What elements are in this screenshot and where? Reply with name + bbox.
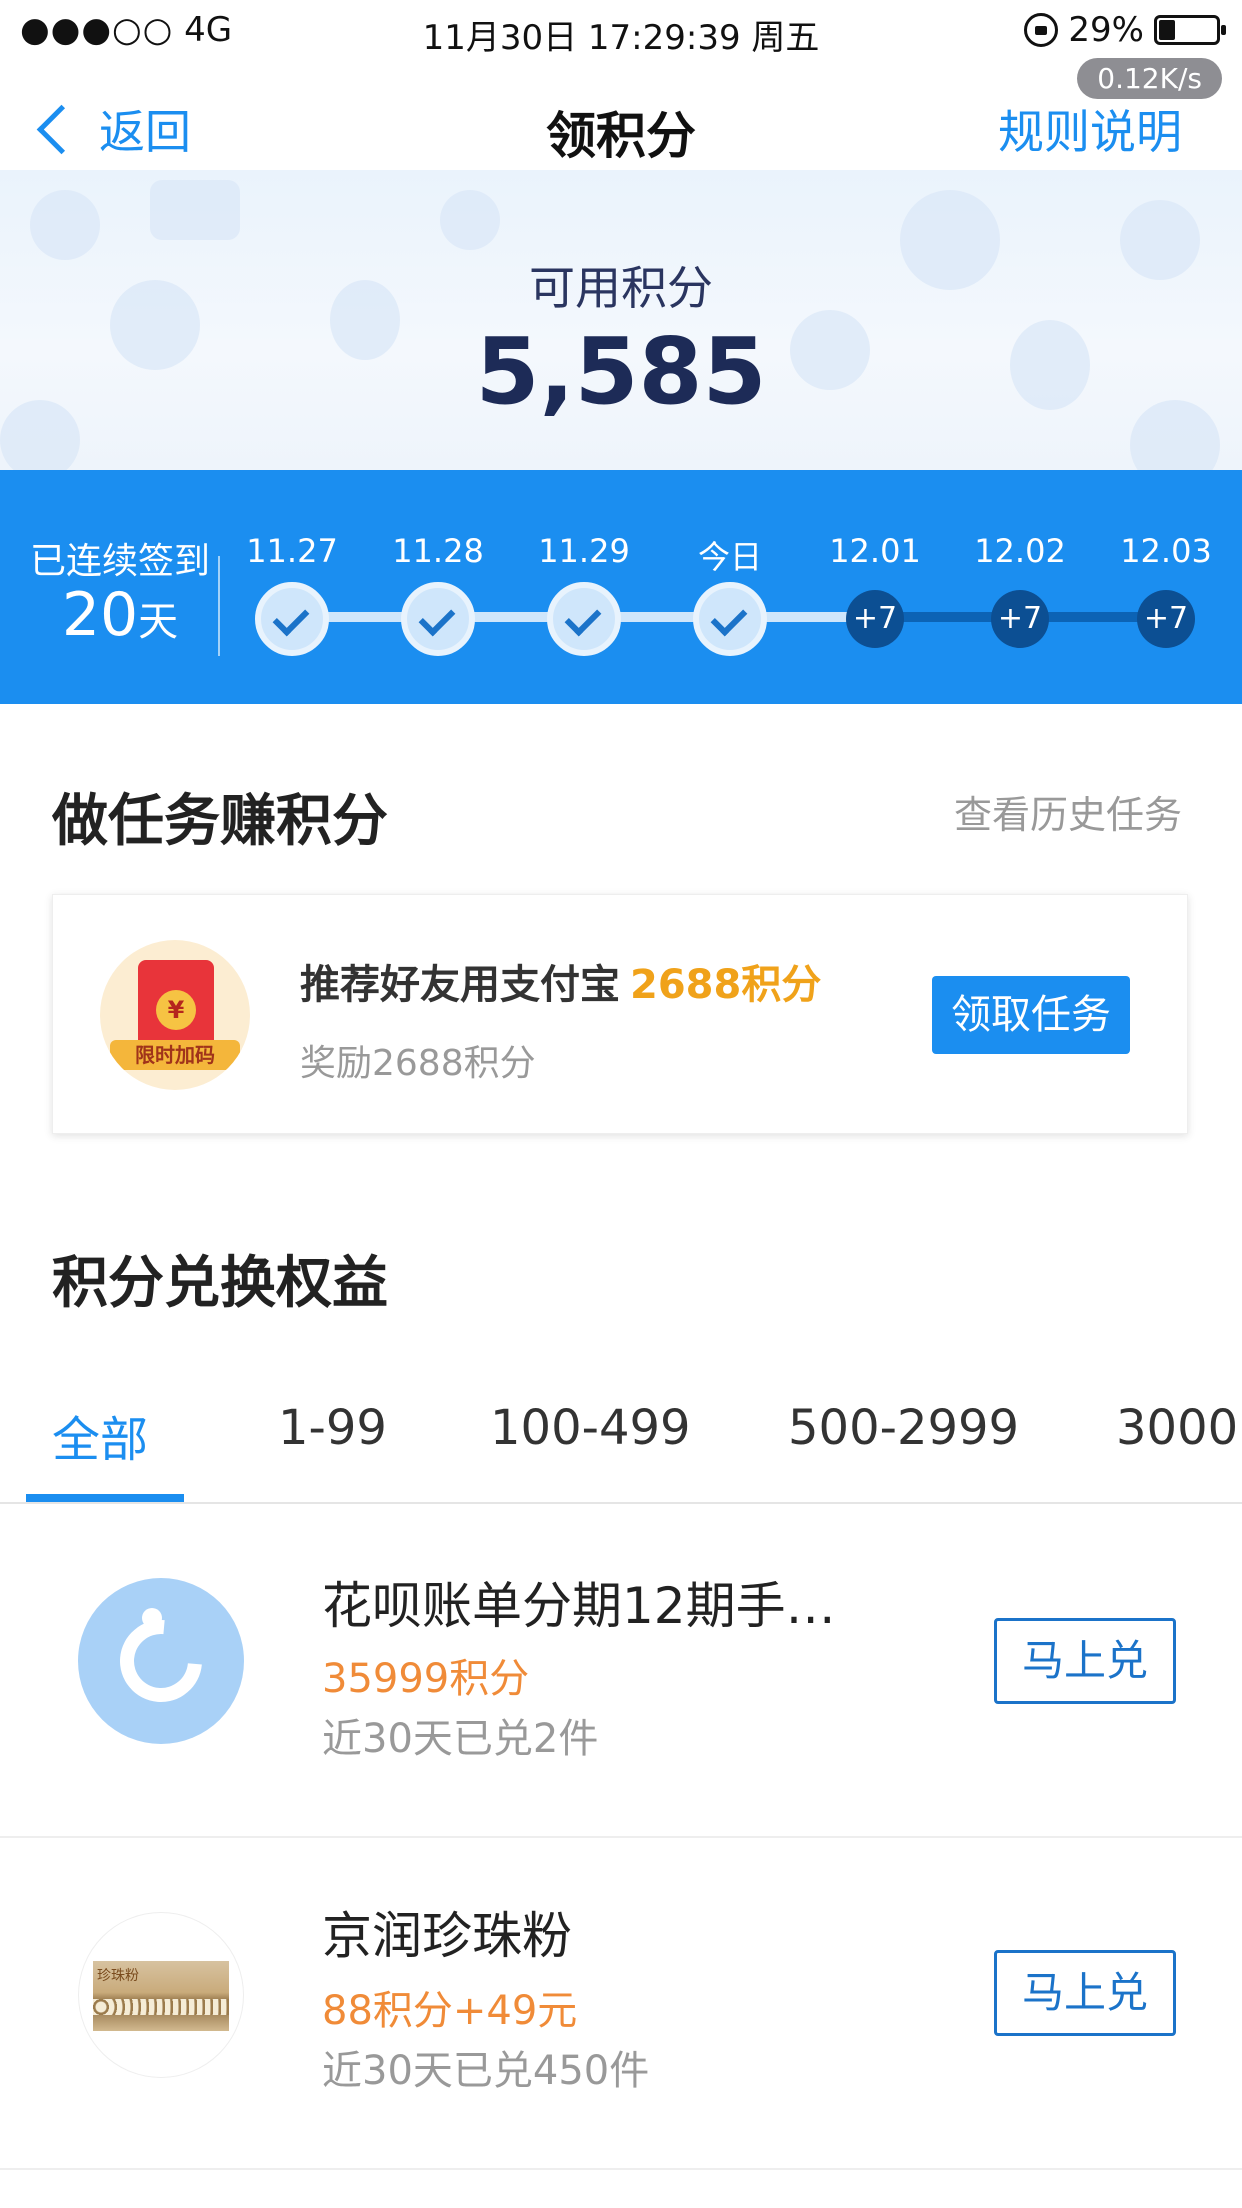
item-price: 88积分+49元 [322,1988,578,2034]
orientation-lock-icon [1024,13,1059,47]
checkin-day-label: 11.27 [246,532,338,570]
decorative-card-icon [150,180,240,240]
rules-link[interactable]: 规则说明 [998,96,1182,162]
tasks-section-title: 做任务赚积分 [52,789,388,854]
task-name-text: 推荐好友用支付宝 [300,962,620,1008]
item-redeemed-count: 近30天已兑2件 [322,1716,599,1762]
active-tab-indicator [26,1494,184,1502]
checkmark-icon [710,599,748,637]
task-history-link[interactable]: 查看历史任务 [954,784,1182,839]
checkin-done-marker [693,582,767,656]
tab-3000[interactable]: 3000 [1116,1400,1238,1456]
net-speed-badge: 0.12K/s [1077,58,1222,99]
coin-icon: ¥ [156,990,196,1030]
claim-task-button[interactable]: 领取任务 [932,976,1130,1054]
battery-area: 29% [1024,10,1226,50]
divider [0,1502,1242,1504]
pearl-powder-image: 珍珠粉 [78,1912,244,2078]
item-price: 35999积分 [322,1656,530,1702]
battery-percent: 29% [1068,10,1144,50]
checkin-day-label: 12.03 [1120,532,1212,570]
limited-time-badge: 限时加码 [110,1040,240,1070]
pearls-strip [93,1999,229,2015]
redeem-button[interactable]: 马上兑 [994,1950,1176,2036]
battery-fill [1159,20,1175,40]
status-bar: ●●●○○ 4G 11月30日 17:29:39 周五 29% [0,0,1242,64]
battery-icon [1154,15,1226,45]
checkin-done-marker [401,582,475,656]
checkin-bonus-marker: +7 [991,590,1049,648]
checkin-day-label: 12.02 [974,532,1066,570]
streak-count: 20天 [20,580,220,650]
divider [218,556,220,656]
tab-1-99[interactable]: 1-99 [278,1400,387,1456]
checkin-day-label: 11.29 [538,532,630,570]
checkin-day-label: 11.28 [392,532,484,570]
checkin-day-label: 今日 [697,538,762,576]
item-title: 花呗账单分期12期手… [322,1577,836,1635]
checkin-bonus-marker: +7 [846,590,904,648]
available-points-value: 5,585 [475,318,767,425]
divider [0,2168,1242,2170]
red-envelope-icon: ¥ 限时加码 [100,940,250,1090]
checkin-done-marker [255,582,329,656]
checkmark-icon [418,599,456,637]
huabei-logo-icon [78,1578,244,1744]
exchange-section-title: 积分兑换权益 [52,1251,388,1316]
available-points-label: 可用积分 [529,261,713,315]
streak-days: 20 [61,580,139,650]
tab-500-2999[interactable]: 500-2999 [788,1400,1019,1456]
dot-shape [142,1608,162,1628]
decorative-school-icon [440,190,500,250]
checkin-bonus-marker: +7 [1137,590,1195,648]
task-description: 奖励2688积分 [300,1043,536,1084]
product-brand-text: 珍珠粉 [97,1968,139,1984]
tab-100-499[interactable]: 100-499 [490,1400,691,1456]
price-range-tabs: 全部 1-99 100-499 500-2999 3000 [0,1372,1242,1502]
streak-unit: 天 [138,599,179,645]
checkin-day-label: 12.01 [829,532,921,570]
checkmark-icon [272,599,310,637]
task-points: 2688积分 [630,962,822,1008]
item-redeemed-count: 近30天已兑450件 [322,2048,650,2094]
divider [0,1836,1242,1838]
checkmark-icon [564,599,602,637]
task-name: 推荐好友用支付宝 2688积分 [300,952,821,1010]
item-title: 京润珍珠粉 [322,1907,572,1965]
decorative-clock-icon [30,190,100,260]
redeem-button[interactable]: 马上兑 [994,1618,1176,1704]
tab-all[interactable]: 全部 [52,1400,148,1470]
checkin-done-marker [547,582,621,656]
streak-label: 已连续签到 [29,541,210,582]
